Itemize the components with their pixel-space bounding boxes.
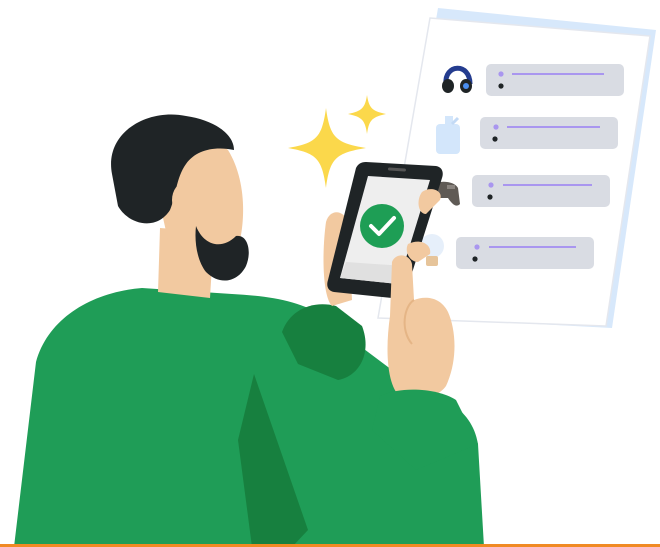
ear bbox=[172, 182, 200, 218]
person bbox=[14, 114, 484, 547]
checkmark-icon bbox=[360, 204, 404, 248]
list-item-bar bbox=[456, 237, 594, 269]
list-item-bar bbox=[472, 175, 610, 207]
list-item-bar bbox=[480, 117, 618, 149]
list-item-bar bbox=[486, 64, 624, 96]
sparkle-small-icon bbox=[348, 95, 386, 134]
illustration-scene bbox=[14, 8, 656, 547]
